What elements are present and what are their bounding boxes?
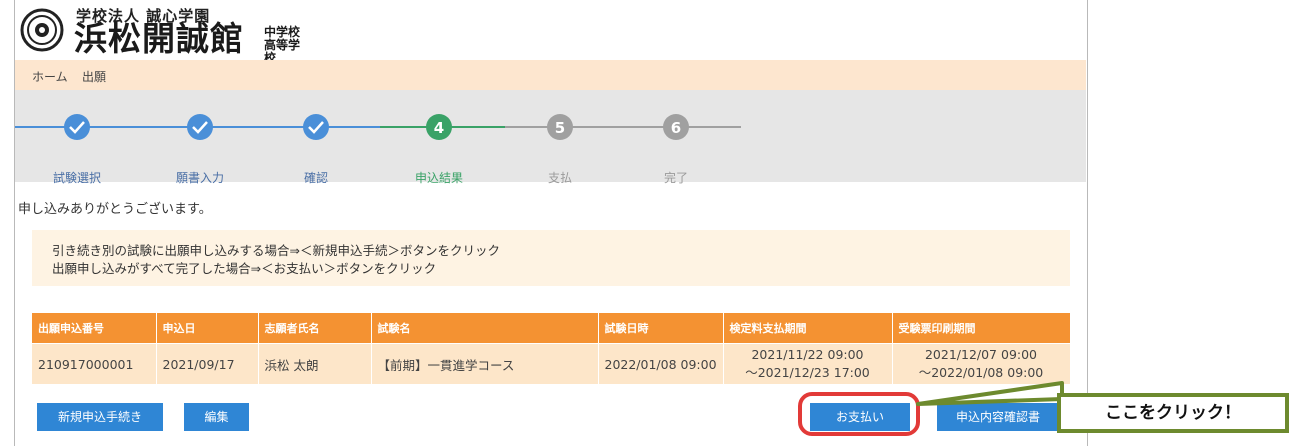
cell-exam: 【前期】一貫進学コース [371,343,599,384]
col-header-fee-period: 検定料支払期間 [723,313,893,344]
edit-button[interactable]: 編集 [184,403,249,431]
col-header-exam: 試験名 [371,313,599,344]
cell-fee-period: 2021/11/22 09:00 ～2021/12/23 17:00 [723,343,893,384]
breadcrumb: ホーム 出願 [15,60,1086,90]
fee-period-to: ～2021/12/23 17:00 [745,365,870,380]
thanks-message: 申し込みありがとうございます。 [18,202,212,217]
confirm-document-button[interactable]: 申込内容確認書 [937,403,1059,431]
step-label-2: 願書入力 [175,171,224,185]
print-period-from: 2021/12/07 09:00 [924,347,1038,362]
col-header-name: 志願者氏名 [258,313,372,344]
callout-label: ここをクリック！ [1057,393,1289,433]
col-header-date: 申込日 [156,313,259,344]
col-header-print-period: 受験票印刷期間 [892,313,1071,344]
svg-text:6: 6 [671,119,681,137]
step-2-check-icon [187,114,213,140]
notice-line-1: 引き続き別の試験に出願申し込みする場合⇒＜新規申込手続＞ボタンをクリック [52,243,500,258]
print-period-to: ～2022/01/08 09:00 [918,365,1044,380]
breadcrumb-current: 出願 [82,70,107,84]
step-label-3: 確認 [303,171,328,185]
application-table: 出願申込番号 申込日 志願者氏名 試験名 試験日時 検定料支払期間 受験票印刷期… [32,313,1071,384]
cell-date: 2021/09/17 [156,343,259,384]
notice-line-2: 出願申し込みがすべて完了した場合⇒＜お支払い＞ボタンをクリック [52,261,437,276]
cell-name: 浜松 太朗 [258,343,372,384]
school-name: 浜松開誠館 [74,19,244,58]
cell-app-no: 210917000001 [32,343,157,384]
step-3-check-icon [303,114,329,140]
pay-button-highlight [798,392,920,436]
svg-text:4: 4 [434,119,444,137]
step-6-number-icon: 6 [663,114,689,140]
progress-steps: 4 5 6 試験選択 願書入力 確認 申込結果 支払 完了 [15,90,1086,185]
fee-period-from: 2021/11/22 09:00 [751,347,864,362]
step-4-number-icon: 4 [426,114,452,140]
step-label-6: 完了 [663,171,688,185]
step-1-check-icon [64,114,90,140]
step-label-4: 申込結果 [414,171,463,185]
table-header-row: 出願申込番号 申込日 志願者氏名 試験名 試験日時 検定料支払期間 受験票印刷期… [32,313,1071,344]
step-label-5: 支払 [547,171,572,185]
cell-exam-datetime: 2022/01/08 09:00 [598,343,724,384]
table-row: 210917000001 2021/09/17 浜松 太朗 【前期】一貫進学コー… [32,343,1071,384]
site-header: 学校法人 誠心学園 浜松開誠館 中学校 高等学校 [14,0,1086,65]
col-header-app-no: 出願申込番号 [32,313,157,344]
cell-print-period: 2021/12/07 09:00 ～2022/01/08 09:00 [892,343,1071,384]
new-application-button[interactable]: 新規申込手続き [37,403,163,431]
notice-box: 引き続き別の試験に出願申し込みする場合⇒＜新規申込手続＞ボタンをクリック 出願申… [32,230,1070,286]
school-crest-icon [20,8,64,52]
svg-text:5: 5 [555,119,565,137]
breadcrumb-home[interactable]: ホーム [32,68,68,85]
col-header-exam-datetime: 試験日時 [598,313,724,344]
step-label-1: 試験選択 [52,171,101,185]
step-5-number-icon: 5 [547,114,573,140]
progress-track: 4 5 6 [15,114,741,140]
